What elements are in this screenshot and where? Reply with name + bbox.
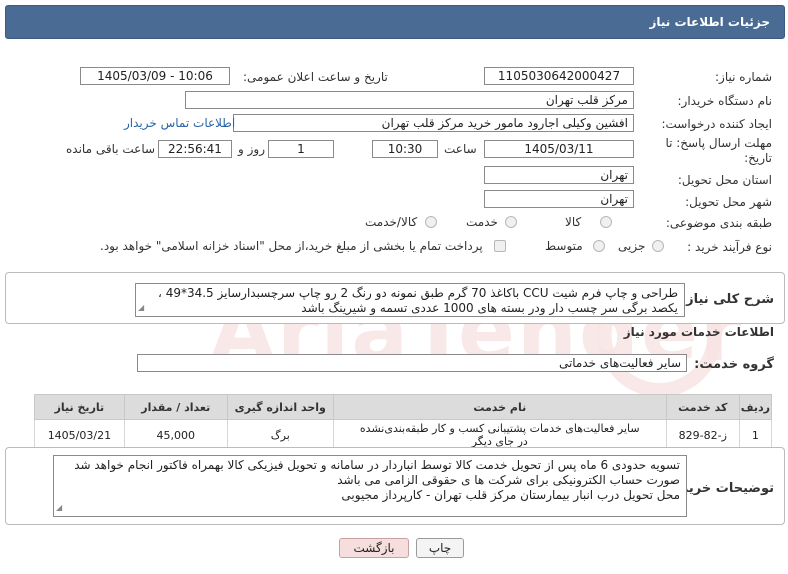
category-radio-service[interactable] <box>505 216 517 228</box>
description-label: شرح کلی نیاز: <box>680 292 774 307</box>
column-header-need-date: تاریخ نیاز <box>34 394 125 420</box>
buyer-notes-line-3: محل تحویل درب انبار بیمارستان مرکز قلب ت… <box>341 488 680 502</box>
cell-row-number: 1 <box>738 419 773 451</box>
payment-note: پرداخت تمام یا بخشی از مبلغ خرید،از محل … <box>100 239 483 253</box>
resize-grip-icon[interactable]: ◢ <box>56 500 62 515</box>
cell-service-code: ز-82-829 <box>665 419 740 451</box>
panel-header: جزئیات اطلاعات نیاز <box>5 5 785 39</box>
remaining-time-field[interactable]: 22:56:41 <box>158 140 232 158</box>
contact-info-link[interactable]: اطلاعات تماس خریدار <box>124 116 235 130</box>
creator-label: ایجاد کننده درخواست: <box>661 117 772 131</box>
column-header-unit: واحد اندازه گیری <box>226 394 334 420</box>
cell-service-name: سایر فعالیت‌های خدمات پشتیبانی کسب و کار… <box>332 419 667 451</box>
deadline-label-date: تاریخ: <box>744 151 772 165</box>
days-field[interactable]: 1 <box>268 140 334 158</box>
days-label: روز و <box>238 142 265 156</box>
creator-field[interactable]: افشین وکیلی اجارود مامور خرید مرکز قلب ت… <box>233 114 634 132</box>
buyer-notes-textarea[interactable]: تسویه حدودی 6 ماه پس از تحویل خدمت کالا … <box>53 455 687 517</box>
resize-grip-icon[interactable]: ◢ <box>138 300 144 315</box>
remaining-label: ساعت باقی مانده <box>66 142 156 156</box>
description-textarea[interactable]: طراحی و چاپ فرم شیت CCU باکاغذ 70 گرم طب… <box>135 283 685 317</box>
category-option-goods: کالا <box>565 215 582 229</box>
cell-quantity: 45,000 <box>123 419 228 451</box>
column-header-quantity: تعداد / مقدار <box>123 394 228 420</box>
print-button[interactable]: چاپ <box>416 538 464 558</box>
service-group-field[interactable]: سایر فعالیت‌های خدماتی <box>137 354 687 372</box>
services-section-title: اطلاعات خدمات مورد نیاز <box>623 325 774 339</box>
service-name-line-1: سایر فعالیت‌های خدمات پشتیبانی کسب و کار… <box>359 422 640 435</box>
column-header-service-code: کد خدمت <box>665 394 740 420</box>
back-button[interactable]: بازگشت <box>339 538 409 558</box>
process-radio-medium[interactable] <box>593 240 605 252</box>
province-label: استان محل تحویل: <box>677 173 772 187</box>
table-header-row: ردیف کد خدمت نام خدمت واحد اندازه گیری ت… <box>34 394 773 420</box>
process-label: نوع فرآیند خرید : <box>687 240 772 254</box>
buyer-org-label: نام دستگاه خریدار: <box>677 94 773 108</box>
need-number-label: شماره نیاز: <box>715 70 772 84</box>
services-table: ردیف کد خدمت نام خدمت واحد اندازه گیری ت… <box>34 394 773 451</box>
city-field[interactable]: تهران <box>484 190 634 208</box>
cell-need-date: 1405/03/21 <box>34 419 125 451</box>
buyer-notes-line-2: صورت حساب الکترونیکی برای شرکت ها ی حقوق… <box>337 473 680 487</box>
need-number-field[interactable]: 1105030642000427 <box>484 67 634 85</box>
process-option-minor: جزیی <box>618 239 646 253</box>
buyer-notes-line-1: تسویه حدودی 6 ماه پس از تحویل خدمت کالا … <box>74 458 680 472</box>
category-label: طبقه بندی موضوعی: <box>665 216 772 230</box>
announce-label: تاریخ و ساعت اعلان عمومی: <box>243 70 388 84</box>
deadline-time-field[interactable]: 10:30 <box>372 140 438 158</box>
deadline-time-label: ساعت <box>444 142 477 156</box>
description-line-1: طراحی و چاپ فرم شیت CCU باکاغذ 70 گرم طب… <box>158 286 678 300</box>
service-group-label: گروه خدمت: <box>694 357 774 372</box>
deadline-label: مهلت ارسال پاسخ: تا <box>665 136 772 150</box>
cell-unit: برگ <box>226 419 334 451</box>
deadline-date-field[interactable]: 1405/03/11 <box>484 140 634 158</box>
category-radio-goods-service[interactable] <box>425 216 437 228</box>
column-header-row-number: ردیف <box>738 394 773 420</box>
province-field[interactable]: تهران <box>484 166 634 184</box>
column-header-service-name: نام خدمت <box>332 394 667 420</box>
table-row[interactable]: 1 ز-82-829 سایر فعالیت‌های خدمات پشتیبان… <box>34 419 773 451</box>
description-line-2: یکصد برگی سر چسب دار ودر بسته های 1000 ع… <box>301 301 678 315</box>
announce-field[interactable]: 1405/03/09 - 10:06 <box>80 67 230 85</box>
payment-checkbox[interactable] <box>494 240 506 252</box>
city-label: شهر محل تحویل: <box>685 195 772 209</box>
category-option-goods-service: کالا/خدمت <box>365 215 418 229</box>
process-option-medium: متوسط <box>545 239 583 253</box>
process-radio-minor[interactable] <box>652 240 664 252</box>
page-title: جزئیات اطلاعات نیاز <box>649 15 770 29</box>
category-option-service: خدمت <box>466 215 498 229</box>
category-radio-goods[interactable] <box>600 216 612 228</box>
buyer-org-field[interactable]: مرکز قلب تهران <box>185 91 634 109</box>
